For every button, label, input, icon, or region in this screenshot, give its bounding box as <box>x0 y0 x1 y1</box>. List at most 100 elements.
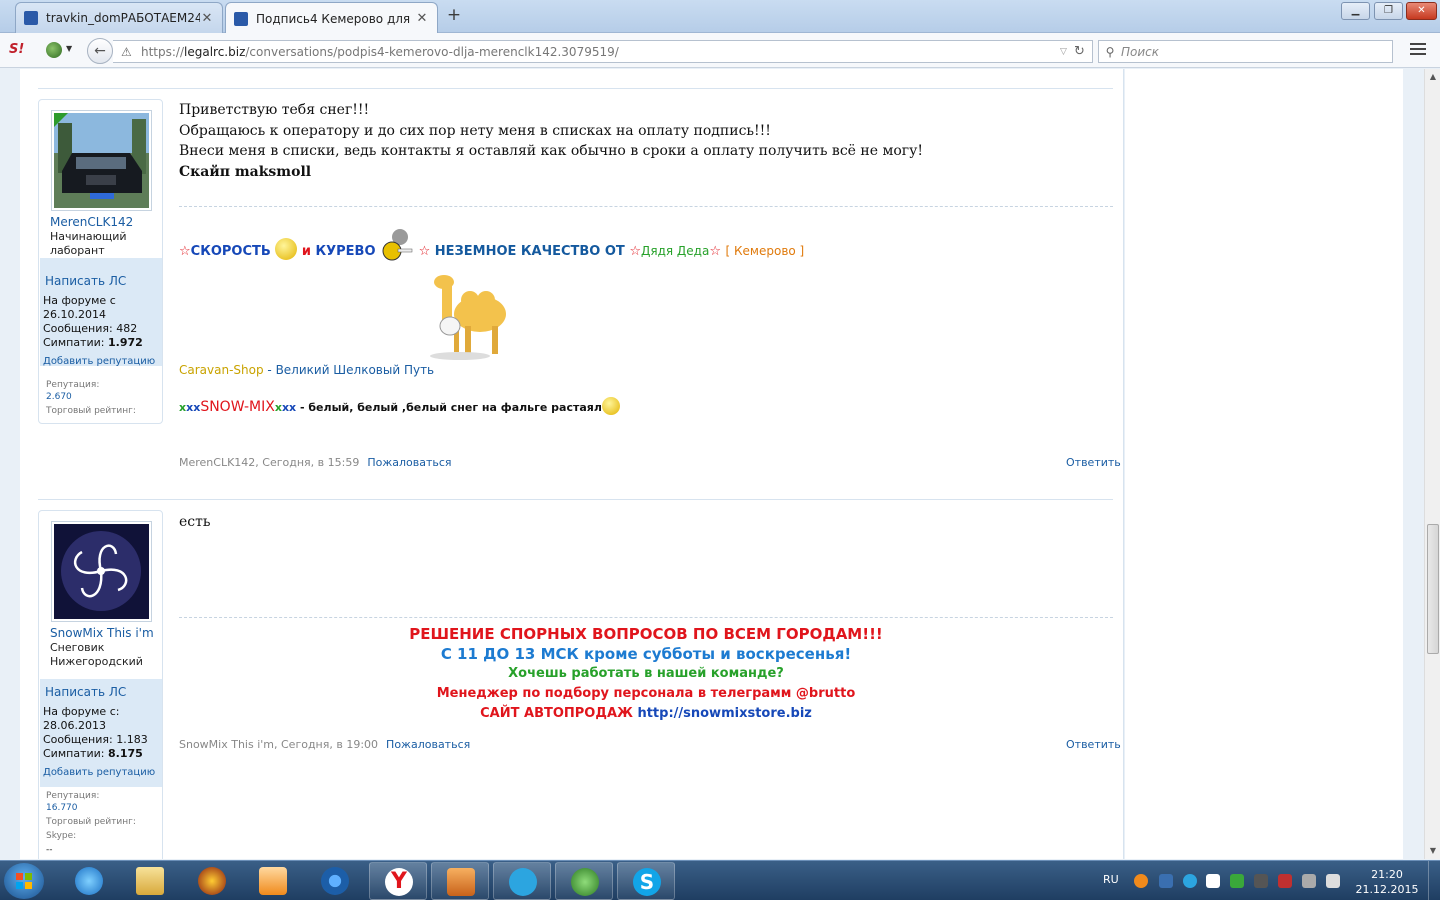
avatar[interactable] <box>51 110 152 211</box>
camel-image <box>410 264 520 374</box>
user-card: SnowMix This i'm Снеговик Нижегородский … <box>38 510 163 859</box>
signature-line: Менеджер по подбору персонала в телеграм… <box>436 686 856 701</box>
crossfire-icon[interactable] <box>183 862 241 900</box>
show-desktop-button[interactable] <box>1428 861 1440 900</box>
message-separator <box>38 499 1113 500</box>
add-reputation-link[interactable]: Добавить репутацию <box>43 356 155 367</box>
post-body: есть <box>179 512 211 533</box>
page-viewport: MerenCLK142 Начинающий лаборант Написать… <box>0 69 1424 859</box>
scroll-down-icon[interactable]: ▼ <box>1425 843 1440 859</box>
media-player-icon[interactable] <box>244 862 302 900</box>
device-tray-icon[interactable] <box>1254 874 1268 888</box>
avatar[interactable] <box>51 521 152 622</box>
snowflake-avatar-image <box>54 524 149 619</box>
message-separator <box>38 88 1113 89</box>
smoking-smiley-icon <box>380 229 414 261</box>
close-window-button[interactable]: ✕ <box>1406 2 1437 20</box>
url-text[interactable]: https://legalrc.biz/conversations/podpis… <box>141 45 1060 59</box>
tray-app-icon[interactable] <box>1134 874 1148 888</box>
skype-icon[interactable]: S <box>617 862 675 900</box>
sputnik-logo-icon[interactable]: S! <box>9 42 24 57</box>
yandex-icon[interactable]: Y <box>369 862 427 900</box>
tab-inactive[interactable]: travkin_domРАБОТАЕМ24... ✕ <box>15 2 223 33</box>
messages-stat: Сообщения: 1.183 <box>43 733 148 746</box>
star-icon: ☆ <box>179 244 191 259</box>
shop-url-link[interactable]: http://snowmixstore.biz <box>637 706 811 721</box>
signature-line: Хочешь работать в нашей команде? <box>508 666 784 681</box>
extension-icon[interactable] <box>46 42 62 58</box>
report-link[interactable]: Пожаловаться <box>386 738 470 751</box>
reputation-label: Репутация: <box>46 791 100 801</box>
action-center-icon[interactable] <box>1302 874 1316 888</box>
ie-icon[interactable] <box>60 862 118 900</box>
add-reputation-link[interactable]: Добавить репутацию <box>43 767 155 778</box>
scroll-up-icon[interactable]: ▲ <box>1425 69 1440 85</box>
security-tray-icon[interactable] <box>1230 874 1244 888</box>
search-box[interactable]: ⚲ <box>1098 40 1393 63</box>
chrome-icon[interactable] <box>306 862 364 900</box>
user-title: Начинающий лаборант <box>50 230 127 257</box>
skype-value: -- <box>46 845 53 855</box>
messages-stat: Сообщения: 482 <box>43 322 138 335</box>
menu-icon[interactable] <box>1410 43 1426 57</box>
explorer-icon[interactable] <box>121 862 179 900</box>
language-indicator[interactable]: RU <box>1103 873 1119 886</box>
telegram-icon[interactable] <box>493 862 551 900</box>
post-meta: MerenCLK142, Сегодня, в 15:59 Пожаловатьс… <box>179 456 452 469</box>
clock[interactable]: 21:20 21.12.2015 <box>1355 867 1419 897</box>
scroll-thumb[interactable] <box>1427 524 1439 654</box>
search-input[interactable] <box>1121 44 1392 59</box>
browser-titlebar: travkin_domРАБОТАЕМ24... ✕ Подпись4 Кеме… <box>0 0 1440 34</box>
send-pm-link[interactable]: Написать ЛС <box>45 274 126 288</box>
sidebar-panel <box>1125 69 1403 859</box>
close-tab-icon[interactable]: ✕ <box>200 11 214 26</box>
star-icon: ☆ <box>629 244 641 259</box>
minimize-button[interactable]: ▁ <box>1341 2 1370 20</box>
start-button[interactable] <box>4 863 44 899</box>
reply-button[interactable]: Ответить <box>1066 456 1121 469</box>
post-line: Скайп maksmoll <box>179 163 312 180</box>
signature-line: САЙТ АВТОПРОДАЖ http://snowmixstore.biz <box>480 706 812 721</box>
reply-button[interactable]: Ответить <box>1066 738 1121 751</box>
guard-icon[interactable] <box>431 862 489 900</box>
username[interactable]: MerenCLK142 <box>50 215 133 229</box>
windows-tray-icon[interactable] <box>1206 874 1220 888</box>
signature-line: РЕШЕНИЕ СПОРНЫХ ВОПРОСОВ ПО ВСЕМ ГОРОДАМ… <box>409 625 883 643</box>
report-link[interactable]: Пожаловаться <box>367 456 451 469</box>
post-line: Внеси меня в списки, ведь контакты я ост… <box>179 143 923 159</box>
new-tab-button[interactable]: + <box>445 6 463 24</box>
url-history-dropdown-icon[interactable]: ▽ <box>1060 47 1074 57</box>
tab-active[interactable]: Подпись4 Кемерово для ... ✕ <box>225 2 438 34</box>
back-button[interactable]: ← <box>87 38 113 64</box>
close-tab-icon[interactable]: ✕ <box>415 11 429 26</box>
warning-icon[interactable]: ⚠ <box>121 45 135 59</box>
avast-icon[interactable] <box>555 862 613 900</box>
address-bar[interactable]: ⚠ https://legalrc.biz/conversations/podp… <box>113 40 1093 63</box>
signature-separator <box>179 206 1113 207</box>
maximize-button[interactable]: ❐ <box>1374 2 1403 20</box>
car-avatar-image <box>54 113 149 208</box>
joined-date: 28.06.2013 <box>43 719 106 732</box>
username[interactable]: SnowMix This i'm <box>50 626 154 640</box>
joined-date: 26.10.2014 <box>43 308 106 321</box>
network-tray-icon[interactable] <box>1278 874 1292 888</box>
likes-stat: Симпатии: 8.175 <box>43 747 143 760</box>
windows-logo-icon <box>16 873 32 889</box>
skype-label: Skype: <box>46 831 77 841</box>
tab-title: Подпись4 Кемерово для ... <box>256 11 415 26</box>
vertical-scrollbar[interactable]: ▲ ▼ <box>1424 69 1440 859</box>
reputation-value: 16.770 <box>46 803 78 813</box>
send-pm-link[interactable]: Написать ЛС <box>45 685 126 699</box>
telegram-tray-icon[interactable] <box>1183 874 1197 888</box>
shop-link[interactable]: Caravan-Shop - Великий Шелковый Путь <box>179 363 434 377</box>
volume-icon[interactable] <box>1326 874 1340 888</box>
vk-tray-icon[interactable] <box>1159 874 1173 888</box>
joined-label: На форуме с: <box>43 705 120 718</box>
reload-icon[interactable]: ↻ <box>1074 44 1092 59</box>
likes-stat: Симпатии: 1.972 <box>43 336 143 349</box>
reputation-value: 2.670 <box>46 392 72 402</box>
chevron-down-icon[interactable]: ▼ <box>66 44 72 53</box>
site-favicon-icon <box>24 11 38 25</box>
smiley-icon <box>275 238 298 260</box>
joined-label: На форуме с <box>43 294 116 307</box>
